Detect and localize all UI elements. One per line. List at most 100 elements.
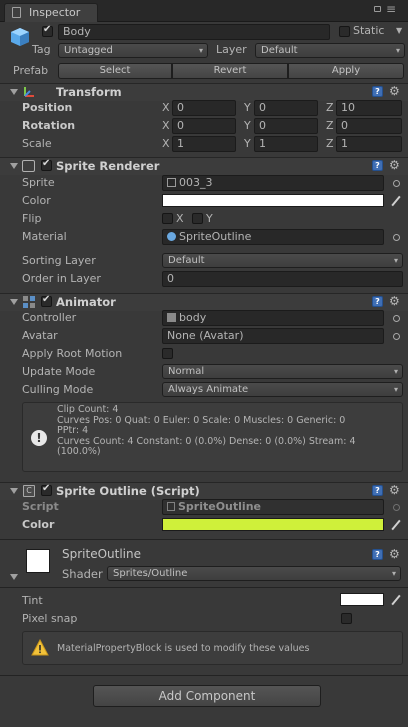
tab-title: Inspector <box>29 6 81 19</box>
tag-dropdown[interactable]: Untagged ▾ <box>58 43 208 58</box>
sprite-renderer-foldout-icon[interactable] <box>10 163 18 169</box>
position-label: Position <box>22 101 73 114</box>
add-component-button[interactable]: Add Component <box>93 685 321 707</box>
info-icon: ! <box>31 430 47 446</box>
rotation-label: Rotation <box>22 119 76 132</box>
help-icon[interactable]: ? <box>372 160 383 171</box>
object-picker-icon <box>393 504 400 511</box>
script-label: Script <box>22 500 59 513</box>
layer-dropdown[interactable]: Default ▾ <box>255 43 405 58</box>
animator-info-box: ! Clip Count: 4 Curves Pos: 0 Quat: 0 Eu… <box>22 402 403 472</box>
rotation-x-field[interactable]: 0 <box>172 118 236 134</box>
tint-swatch[interactable] <box>340 593 384 606</box>
position-x-label[interactable]: X <box>162 101 170 115</box>
section-divider <box>0 539 408 540</box>
eyedropper-icon[interactable] <box>391 520 401 530</box>
scale-label: Scale <box>22 137 52 150</box>
info-line: Curves Count: 4 Constant: 0 (0.0%) Dense… <box>57 435 356 447</box>
gear-icon[interactable]: ⚙ <box>389 85 400 97</box>
help-icon[interactable]: ? <box>372 485 383 496</box>
position-x-field[interactable]: 0 <box>172 100 236 116</box>
help-icon[interactable]: ? <box>372 86 383 97</box>
avatar-field[interactable]: None (Avatar) <box>162 328 384 344</box>
scale-y-field[interactable]: 1 <box>254 136 318 152</box>
sprite-outline-enabled-checkbox[interactable] <box>41 483 52 496</box>
controller-asset-icon <box>167 313 176 322</box>
sprite-outline-foldout-icon[interactable] <box>10 488 18 494</box>
controller-field[interactable]: body <box>162 310 384 326</box>
gear-icon[interactable]: ⚙ <box>389 484 400 496</box>
scale-x-field[interactable]: 1 <box>172 136 236 152</box>
animator-enabled-checkbox[interactable] <box>41 294 52 307</box>
section-divider <box>0 675 408 676</box>
scale-y-label[interactable]: Y <box>244 137 251 151</box>
help-icon[interactable]: ? <box>372 549 383 560</box>
outline-color-swatch[interactable] <box>162 518 384 531</box>
prefab-select-button[interactable]: Select <box>58 63 172 79</box>
position-z-label[interactable]: Z <box>326 101 334 115</box>
static-checkbox[interactable] <box>339 26 350 37</box>
eyedropper-icon[interactable] <box>391 196 401 206</box>
eyedropper-icon[interactable] <box>391 595 401 605</box>
flip-label: Flip <box>22 212 42 225</box>
animator-foldout-icon[interactable] <box>10 299 18 305</box>
lock-icon[interactable] <box>374 6 381 12</box>
position-z-field[interactable]: 10 <box>336 100 402 116</box>
pixel-snap-checkbox[interactable] <box>341 613 352 624</box>
object-picker-icon[interactable] <box>393 180 400 187</box>
color-swatch[interactable] <box>162 194 384 207</box>
object-picker-icon[interactable] <box>393 333 400 340</box>
apply-root-motion-checkbox[interactable] <box>162 348 173 359</box>
update-mode-dropdown[interactable]: Normal ▾ <box>162 364 403 379</box>
tag-label: Tag <box>32 43 51 56</box>
flip-x-label: X <box>176 212 184 225</box>
transform-foldout-icon[interactable] <box>10 89 18 95</box>
scale-z-label[interactable]: Z <box>326 137 334 151</box>
sprite-field[interactable]: 003_3 <box>162 175 384 191</box>
pixel-snap-label: Pixel snap <box>22 612 78 625</box>
order-in-layer-label: Order in Layer <box>22 272 101 285</box>
transform-title: Transform <box>56 85 122 99</box>
static-dropdown-icon[interactable]: ▼ <box>396 26 402 35</box>
sprite-renderer-title: Sprite Renderer <box>56 159 160 173</box>
outline-color-label: Color <box>22 518 55 531</box>
gear-icon[interactable]: ⚙ <box>389 548 400 560</box>
material-foldout-icon[interactable] <box>10 574 18 580</box>
flip-y-checkbox[interactable] <box>192 213 203 224</box>
rotation-z-label[interactable]: Z <box>326 119 334 133</box>
culling-mode-dropdown[interactable]: Always Animate ▾ <box>162 382 403 397</box>
material-field[interactable]: SpriteOutline <box>162 229 384 245</box>
prefab-revert-button[interactable]: Revert <box>172 63 288 79</box>
menu-icon[interactable]: ≡ <box>386 3 396 15</box>
active-checkbox[interactable] <box>42 24 53 37</box>
gear-icon[interactable]: ⚙ <box>389 295 400 307</box>
rotation-z-field[interactable]: 0 <box>336 118 402 134</box>
tab-inspector[interactable]: Inspector <box>4 3 98 22</box>
scale-z-field[interactable]: 1 <box>336 136 402 152</box>
section-divider <box>0 587 408 588</box>
position-y-label[interactable]: Y <box>244 101 251 115</box>
order-in-layer-field[interactable]: 0 <box>162 271 403 287</box>
shader-dropdown[interactable]: Sprites/Outline ▾ <box>107 566 401 581</box>
position-y-field[interactable]: 0 <box>254 100 318 116</box>
scale-x-label[interactable]: X <box>162 137 170 151</box>
material-preview <box>26 549 50 573</box>
flip-x-checkbox[interactable] <box>162 213 173 224</box>
sprite-renderer-enabled-checkbox[interactable] <box>41 158 52 171</box>
sprite-label: Sprite <box>22 176 55 189</box>
prefab-apply-button[interactable]: Apply <box>288 63 404 79</box>
object-name-field[interactable]: Body <box>58 24 330 40</box>
layer-label: Layer <box>216 43 247 56</box>
shader-label: Shader <box>62 567 103 581</box>
inspector-icon <box>12 7 21 18</box>
prefab-label: Prefab <box>13 64 49 77</box>
rotation-y-field[interactable]: 0 <box>254 118 318 134</box>
controller-label: Controller <box>22 311 77 324</box>
object-picker-icon[interactable] <box>393 234 400 241</box>
help-icon[interactable]: ? <box>372 296 383 307</box>
rotation-x-label[interactable]: X <box>162 119 170 133</box>
object-picker-icon[interactable] <box>393 315 400 322</box>
rotation-y-label[interactable]: Y <box>244 119 251 133</box>
gear-icon[interactable]: ⚙ <box>389 159 400 171</box>
sorting-layer-dropdown[interactable]: Default ▾ <box>162 253 403 268</box>
